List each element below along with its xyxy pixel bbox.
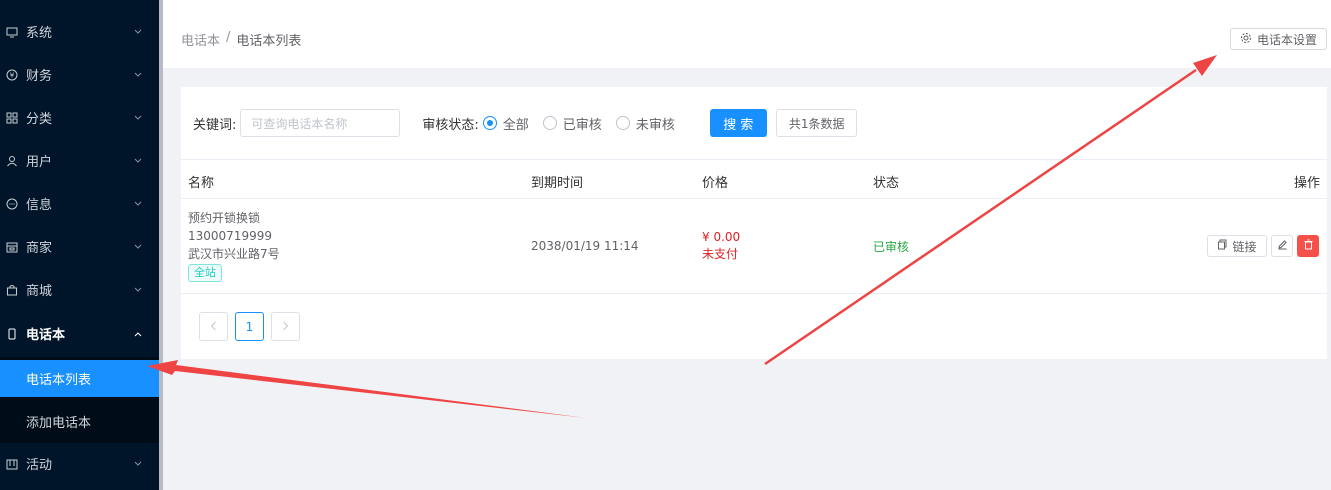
menu-label: 电话本	[26, 328, 66, 343]
next-page-button[interactable]	[271, 312, 300, 341]
delete-button[interactable]	[1297, 235, 1319, 257]
menu-item-finance[interactable]: ¥ 财务	[0, 53, 159, 96]
bag-icon	[6, 284, 18, 296]
radio-approved[interactable]: 已审核	[542, 114, 602, 133]
expire-cell: 2038/01/19 11:14	[531, 239, 639, 253]
chevron-down-icon	[133, 201, 143, 207]
chevron-down-icon	[133, 461, 143, 467]
sidebar-divider	[159, 0, 163, 490]
status-cell: 已审核	[873, 240, 910, 254]
radio-label: 全部	[502, 117, 529, 133]
monitor-icon	[6, 26, 18, 38]
chevron-down-icon	[133, 158, 143, 164]
chevron-left-icon	[210, 320, 217, 334]
pay-status: 未支付	[702, 247, 739, 261]
audit-status-radio-group: 全部 已审核 未审核	[482, 114, 689, 133]
search-button[interactable]: 搜 索	[709, 109, 767, 137]
menu-item-activity[interactable]: 活动	[0, 442, 159, 485]
radio-dot	[542, 116, 557, 130]
name-cell: 预约开锁换锁 13000719999 武汉市兴业路7号 全站	[188, 209, 280, 282]
yen-icon: ¥	[6, 69, 18, 81]
copy-icon	[1217, 239, 1228, 253]
entry-address: 武汉市兴业路7号	[188, 247, 280, 261]
phone-icon	[6, 328, 18, 340]
keyword-input[interactable]: 可查询电话本名称	[240, 109, 401, 137]
prev-page-button[interactable]	[199, 312, 228, 341]
gear-icon	[1240, 32, 1252, 47]
chevron-down-icon	[133, 244, 143, 250]
link-label: 链接	[1232, 239, 1257, 254]
menu-item-system[interactable]: 系统	[0, 10, 159, 53]
radio-label: 未审核	[635, 117, 675, 133]
breadcrumb-separator: /	[226, 30, 231, 45]
radio-all[interactable]: 全部	[482, 114, 529, 133]
pagination: 1	[199, 312, 300, 341]
svg-text:¥: ¥	[10, 71, 15, 79]
record-count-badge: 共1条数据	[775, 109, 858, 137]
menu-label: 商城	[26, 284, 53, 299]
menu-label: 活动	[26, 458, 53, 473]
column-header-status: 状态	[873, 176, 900, 191]
top-header: 电话本 / 电话本列表 电话本设置	[163, 0, 1331, 68]
menu-label: 财务	[26, 69, 53, 84]
trash-icon	[1303, 239, 1314, 253]
main-panel: 关键词: 可查询电话本名称 审核状态: 全部 已审核 未审核 搜 索 共1条数据…	[181, 87, 1327, 359]
phonebook-settings-button[interactable]: 电话本设置	[1230, 28, 1327, 50]
chevron-up-icon	[133, 331, 143, 337]
menu-label: 用户	[26, 155, 53, 170]
grid-icon	[6, 112, 18, 124]
scope-tag: 全站	[188, 264, 222, 282]
chevron-down-icon	[133, 287, 143, 293]
edit-icon	[1277, 239, 1288, 253]
column-header-name: 名称	[188, 176, 215, 191]
table-row: 预约开锁换锁 13000719999 武汉市兴业路7号 全站 2038/01/1…	[181, 199, 1327, 294]
breadcrumb-current: 电话本列表	[236, 34, 302, 49]
sidebar: 系统 ¥ 财务 分类 用户 信息 商家 商城 电话本 电话本列表 添加电话本 活…	[0, 0, 159, 490]
keyword-label: 关键词:	[193, 117, 237, 133]
calendar-icon	[6, 458, 18, 470]
user-icon	[6, 155, 18, 167]
breadcrumb-parent[interactable]: 电话本	[181, 30, 220, 49]
chevron-down-icon	[133, 29, 143, 35]
entry-name: 预约开锁换锁	[188, 211, 261, 225]
column-header-expire: 到期时间	[531, 176, 584, 191]
radio-label: 已审核	[562, 117, 602, 133]
link-button[interactable]: 链接	[1207, 235, 1267, 257]
menu-item-phonebook[interactable]: 电话本	[0, 312, 159, 355]
menu-label: 系统	[26, 26, 53, 41]
table-header: 名称 到期时间 价格 状态 操作	[181, 159, 1327, 199]
menu-label: 信息	[26, 198, 53, 213]
store-icon	[6, 241, 18, 253]
audit-status-label: 审核状态:	[422, 117, 479, 133]
submenu-item-phonebook-list[interactable]: 电话本列表	[0, 360, 159, 397]
filter-bar: 关键词: 可查询电话本名称 审核状态: 全部 已审核 未审核 搜 索 共1条数据	[193, 109, 858, 137]
menu-item-message[interactable]: 信息	[0, 182, 159, 225]
chat-icon	[6, 198, 18, 210]
breadcrumb: 电话本 / 电话本列表	[181, 30, 301, 49]
column-header-price: 价格	[702, 176, 729, 191]
chevron-right-icon	[282, 320, 289, 334]
entry-phone: 13000719999	[188, 229, 272, 243]
column-header-actions: 操作	[1293, 176, 1320, 191]
price-value: ¥ 0.00	[702, 230, 741, 244]
radio-unapproved[interactable]: 未审核	[615, 114, 675, 133]
arrow-to-submenu	[147, 360, 586, 418]
menu-label: 商家	[26, 241, 53, 256]
menu-item-user[interactable]: 用户	[0, 139, 159, 182]
actions-cell: 链接	[1207, 235, 1319, 257]
radio-dot	[482, 116, 497, 130]
price-cell: ¥ 0.00 未支付	[702, 229, 740, 263]
menu-item-merchant[interactable]: 商家	[0, 225, 159, 268]
menu-item-category[interactable]: 分类	[0, 96, 159, 139]
chevron-down-icon	[133, 115, 143, 121]
page-number-button[interactable]: 1	[235, 312, 264, 341]
menu-item-shop[interactable]: 商城	[0, 268, 159, 311]
chevron-down-icon	[133, 72, 143, 78]
phonebook-submenu: 电话本列表 添加电话本	[0, 357, 159, 443]
settings-label: 电话本设置	[1256, 32, 1317, 47]
submenu-item-add-phonebook[interactable]: 添加电话本	[0, 403, 159, 440]
menu-label: 分类	[26, 112, 53, 127]
edit-button[interactable]	[1271, 235, 1293, 257]
radio-dot	[615, 116, 630, 130]
